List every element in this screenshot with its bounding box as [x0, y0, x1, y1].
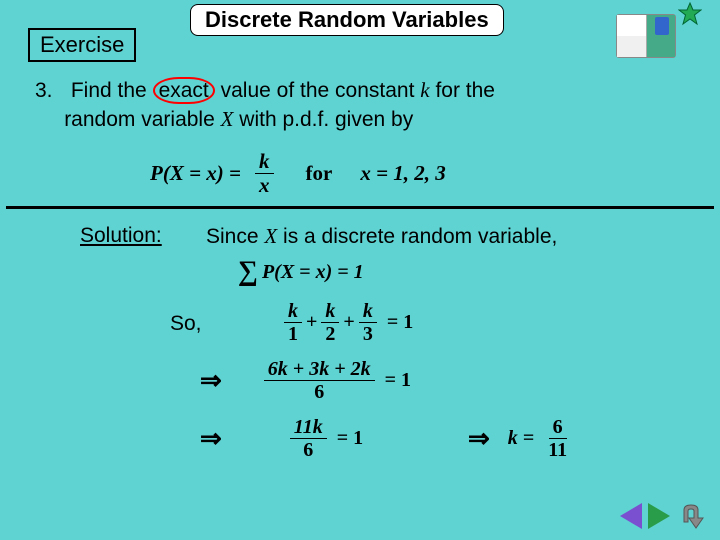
sum-equation: ∑ P(X = x) = 1 — [238, 256, 364, 288]
exercise-label: Exercise — [28, 28, 136, 62]
nav-controls — [620, 502, 706, 530]
exact-highlight: exact — [153, 77, 215, 104]
step-3a: ⇒ 11k6 = 1 — [200, 416, 363, 461]
step-2: ⇒ 6k + 3k + 2k6 = 1 — [200, 358, 411, 403]
star-icon — [678, 2, 702, 26]
implies-icon: ⇒ — [200, 366, 222, 396]
so-label: So, — [170, 312, 202, 336]
prev-icon[interactable] — [620, 503, 642, 529]
implies-icon: ⇒ — [468, 424, 490, 454]
return-icon[interactable] — [676, 502, 706, 530]
step-3b: ⇒ k = 611 — [468, 416, 575, 461]
implies-icon: ⇒ — [200, 424, 222, 454]
book-icon — [616, 14, 676, 58]
page-title: Discrete Random Variables — [190, 4, 504, 36]
since-line: Since X is a discrete random variable, — [206, 224, 557, 249]
next-icon[interactable] — [648, 503, 670, 529]
so-equation: k1 + k2 + k3 = 1 — [280, 300, 413, 345]
question-text: 3. Find the exact value of the constant … — [35, 76, 690, 135]
pdf-formula: P(X = x) = k x for x = 1, 2, 3 — [150, 150, 446, 197]
solution-label: Solution: — [80, 224, 162, 248]
question-number: 3. — [35, 77, 65, 105]
divider — [6, 206, 714, 209]
